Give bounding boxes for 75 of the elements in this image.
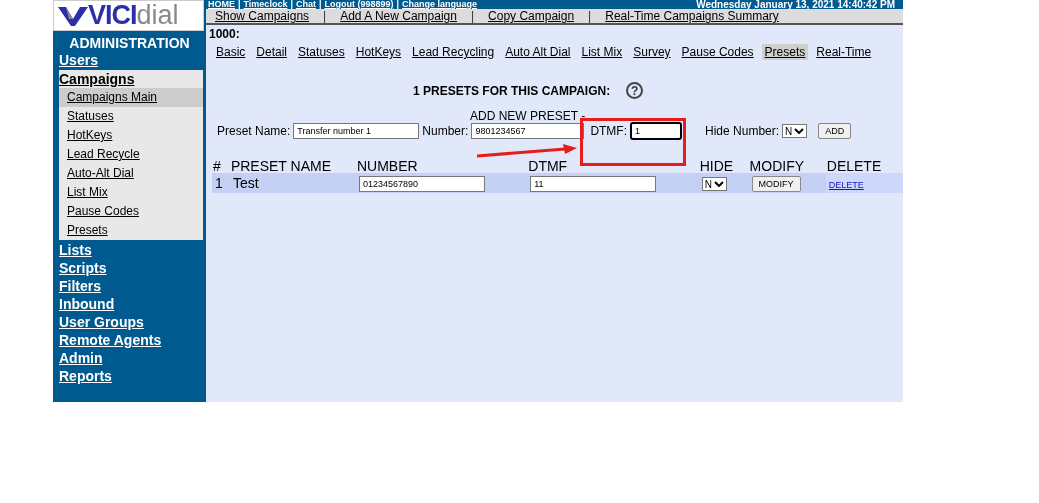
tab[interactable]: HotKeys	[352, 44, 405, 60]
sidebar-item[interactable]: Filters	[59, 277, 206, 295]
campaign-id: 1000:	[208, 26, 241, 40]
sidebar-item[interactable]: Admin	[59, 349, 206, 367]
header-link[interactable]: Change language	[402, 0, 477, 9]
tab[interactable]: Detail	[253, 44, 291, 60]
header-link[interactable]: HOME	[208, 0, 235, 9]
tab[interactable]: Lead Recycling	[409, 44, 498, 60]
help-button[interactable]: ?	[626, 82, 644, 99]
nav-link[interactable]: Add A New Campaign	[340, 9, 457, 23]
column-header: MODIFY	[748, 159, 806, 173]
sidebar-item[interactable]: Users	[59, 51, 206, 69]
submenu-item[interactable]: HotKeys	[59, 126, 203, 145]
sidebar-item[interactable]: Scripts	[59, 259, 206, 277]
caret-icon	[713, 181, 724, 188]
table-cell: 1	[212, 173, 230, 193]
separator: |	[396, 0, 399, 9]
input-field[interactable]: 9801234567	[471, 123, 585, 139]
submenu-item[interactable]: Auto-Alt Dial	[59, 164, 203, 183]
tab[interactable]: List Mix	[578, 44, 626, 60]
separator: |	[238, 0, 241, 9]
select-field[interactable]: N	[701, 177, 727, 192]
submenu-item[interactable]: Presets	[59, 221, 203, 240]
form-heading: ADD NEW PRESET -	[470, 110, 587, 122]
nav-link[interactable]: Show Campaigns	[215, 9, 310, 23]
field-label: DTMF:	[590, 124, 628, 138]
nav-link[interactable]: Real-Time Campaigns Summary	[605, 9, 779, 23]
column-header: PRESET NAME	[229, 159, 332, 173]
tab[interactable]: Pause Codes	[678, 44, 757, 60]
submenu-item[interactable]: Pause Codes	[59, 202, 203, 221]
sidebar-item[interactable]: User Groups	[59, 313, 206, 331]
column-header: NUMBER	[355, 159, 419, 173]
separator: |	[588, 9, 592, 23]
select-field[interactable]: N	[782, 124, 808, 138]
header-link[interactable]: Logout (998899)	[324, 0, 394, 9]
input-field[interactable]: 01234567890	[358, 176, 485, 192]
sidebar-item[interactable]: Inbound	[59, 295, 206, 313]
sidebar-item[interactable]: Campaigns	[59, 70, 203, 88]
separator: |	[318, 0, 322, 9]
tab[interactable]: Auto Alt Dial	[502, 44, 574, 60]
field-label: Preset Name:	[217, 124, 291, 138]
section-title: ADMINISTRATION	[68, 35, 191, 51]
table-cell: Test	[229, 173, 356, 193]
column-header: DELETE	[825, 159, 883, 173]
input-field[interactable]: 1	[630, 122, 683, 140]
column-header: DTMF	[527, 159, 569, 173]
logo: VICIdial	[53, 0, 204, 31]
nav-link[interactable]: Copy Campaign	[488, 9, 575, 23]
tab[interactable]: Survey	[630, 44, 674, 60]
submenu-item[interactable]: Campaigns Main	[59, 88, 203, 107]
input-field[interactable]: Transfer number 1	[293, 123, 420, 139]
submenu-item[interactable]: Statuses	[59, 107, 203, 126]
sidebar-item[interactable]: Reports	[59, 367, 206, 385]
section-title: 1 PRESETS FOR THIS CAMPAIGN:	[413, 83, 611, 98]
input-field[interactable]: 11	[530, 176, 657, 192]
submenu-item[interactable]: List Mix	[59, 183, 203, 202]
tab[interactable]: Presets	[761, 44, 809, 60]
caret-icon	[794, 128, 805, 134]
separator: |	[470, 9, 475, 23]
tab[interactable]: Real-Time	[813, 44, 875, 60]
column-header: HIDE	[698, 159, 735, 173]
header-link[interactable]: Chat	[295, 0, 316, 9]
sidebar-item[interactable]: Lists	[59, 241, 206, 259]
tab[interactable]: Basic	[213, 44, 249, 60]
field-label: Number:	[422, 124, 469, 138]
separator: |	[290, 0, 293, 9]
tab[interactable]: Statuses	[295, 44, 348, 60]
field-label: Hide Number:	[705, 124, 780, 138]
sidebar-item[interactable]: Remote Agents	[59, 331, 206, 349]
separator: |	[323, 9, 327, 23]
submenu-item[interactable]: Lead Recycle	[59, 145, 203, 164]
column-header: #	[212, 159, 222, 173]
header-link[interactable]: Timeclock	[243, 0, 288, 9]
modify-button[interactable]: MODIFY	[751, 176, 801, 192]
add-button[interactable]: ADD	[818, 123, 852, 139]
